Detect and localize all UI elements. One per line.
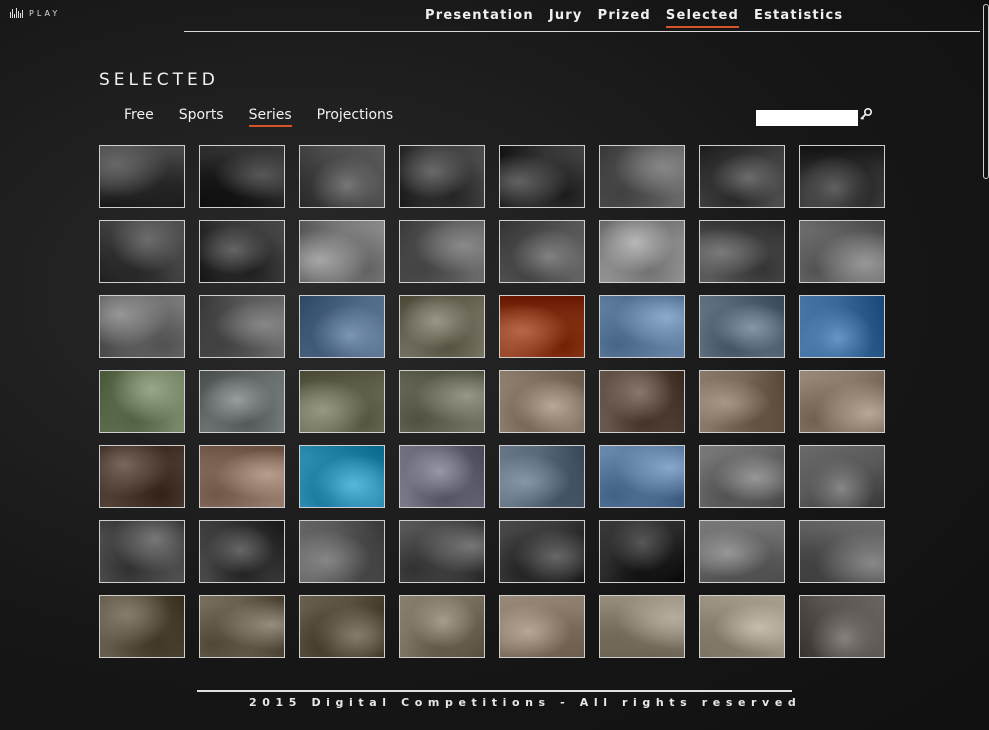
tab-projections[interactable]: Projections [317, 107, 394, 123]
photo-grid [99, 145, 885, 658]
photo-thumbnail[interactable] [799, 370, 885, 433]
photo-thumbnail[interactable] [499, 445, 585, 508]
photo-thumbnail[interactable] [799, 295, 885, 358]
photo-thumbnail[interactable] [299, 595, 385, 658]
photo-thumbnail[interactable] [599, 220, 685, 283]
footer-divider [197, 690, 792, 692]
photo-thumbnail[interactable] [99, 295, 185, 358]
photo-thumbnail[interactable] [699, 370, 785, 433]
category-tabs: Free Sports Series Projections [124, 107, 394, 127]
photo-thumbnail[interactable] [699, 220, 785, 283]
photo-thumbnail[interactable] [99, 520, 185, 583]
photo-thumbnail[interactable] [399, 145, 485, 208]
photo-thumbnail[interactable] [199, 520, 285, 583]
photo-thumbnail[interactable] [499, 595, 585, 658]
scrollbar-thumb[interactable] [983, 4, 989, 179]
search-icon[interactable] [859, 107, 873, 121]
photo-thumbnail[interactable] [399, 520, 485, 583]
photo-thumbnail[interactable] [799, 595, 885, 658]
photo-thumbnail[interactable] [199, 595, 285, 658]
photo-thumbnail[interactable] [299, 445, 385, 508]
nav-jury[interactable]: Jury [549, 8, 583, 26]
photo-thumbnail[interactable] [99, 445, 185, 508]
photo-thumbnail[interactable] [99, 370, 185, 433]
photo-thumbnail[interactable] [199, 145, 285, 208]
photo-thumbnail[interactable] [399, 595, 485, 658]
photo-thumbnail[interactable] [399, 370, 485, 433]
footer-copyright: 2015 Digital Competitions - All rights r… [249, 696, 802, 709]
photo-thumbnail[interactable] [599, 145, 685, 208]
photo-thumbnail[interactable] [599, 595, 685, 658]
photo-thumbnail[interactable] [299, 370, 385, 433]
photo-thumbnail[interactable] [399, 445, 485, 508]
photo-thumbnail[interactable] [499, 520, 585, 583]
photo-thumbnail[interactable] [299, 145, 385, 208]
tab-free[interactable]: Free [124, 107, 154, 123]
header-divider [184, 31, 980, 32]
photo-thumbnail[interactable] [599, 295, 685, 358]
equalizer-icon [10, 8, 23, 18]
photo-thumbnail[interactable] [499, 220, 585, 283]
photo-thumbnail[interactable] [699, 145, 785, 208]
photo-thumbnail[interactable] [599, 370, 685, 433]
photo-thumbnail[interactable] [99, 145, 185, 208]
page-title: SELECTED [99, 70, 219, 90]
logo[interactable]: PLAY [10, 8, 60, 18]
photo-thumbnail[interactable] [599, 520, 685, 583]
photo-thumbnail[interactable] [699, 520, 785, 583]
nav-estatistics[interactable]: Estatistics [754, 8, 843, 26]
nav-prized[interactable]: Prized [598, 8, 651, 26]
photo-thumbnail[interactable] [699, 295, 785, 358]
logo-text: PLAY [29, 9, 61, 18]
photo-thumbnail[interactable] [499, 370, 585, 433]
photo-thumbnail[interactable] [399, 295, 485, 358]
photo-thumbnail[interactable] [299, 520, 385, 583]
photo-thumbnail[interactable] [599, 445, 685, 508]
photo-thumbnail[interactable] [199, 370, 285, 433]
photo-thumbnail[interactable] [699, 595, 785, 658]
nav-selected[interactable]: Selected [665, 8, 740, 28]
tab-sports[interactable]: Sports [179, 107, 224, 123]
photo-thumbnail[interactable] [299, 295, 385, 358]
photo-thumbnail[interactable] [799, 445, 885, 508]
photo-thumbnail[interactable] [499, 295, 585, 358]
photo-thumbnail[interactable] [699, 445, 785, 508]
photo-thumbnail[interactable] [199, 445, 285, 508]
photo-thumbnail[interactable] [399, 220, 485, 283]
photo-thumbnail[interactable] [99, 220, 185, 283]
photo-thumbnail[interactable] [99, 595, 185, 658]
page: PLAY Presentation Jury Prized Selected E… [0, 0, 989, 730]
search-input[interactable] [756, 110, 858, 126]
top-navigation: Presentation Jury Prized Selected Estati… [425, 8, 843, 28]
photo-thumbnail[interactable] [199, 295, 285, 358]
photo-thumbnail[interactable] [299, 220, 385, 283]
photo-thumbnail[interactable] [199, 220, 285, 283]
photo-thumbnail[interactable] [499, 145, 585, 208]
photo-thumbnail[interactable] [799, 145, 885, 208]
nav-presentation[interactable]: Presentation [425, 8, 534, 26]
photo-thumbnail[interactable] [799, 220, 885, 283]
tab-series[interactable]: Series [248, 107, 292, 127]
photo-thumbnail[interactable] [799, 520, 885, 583]
